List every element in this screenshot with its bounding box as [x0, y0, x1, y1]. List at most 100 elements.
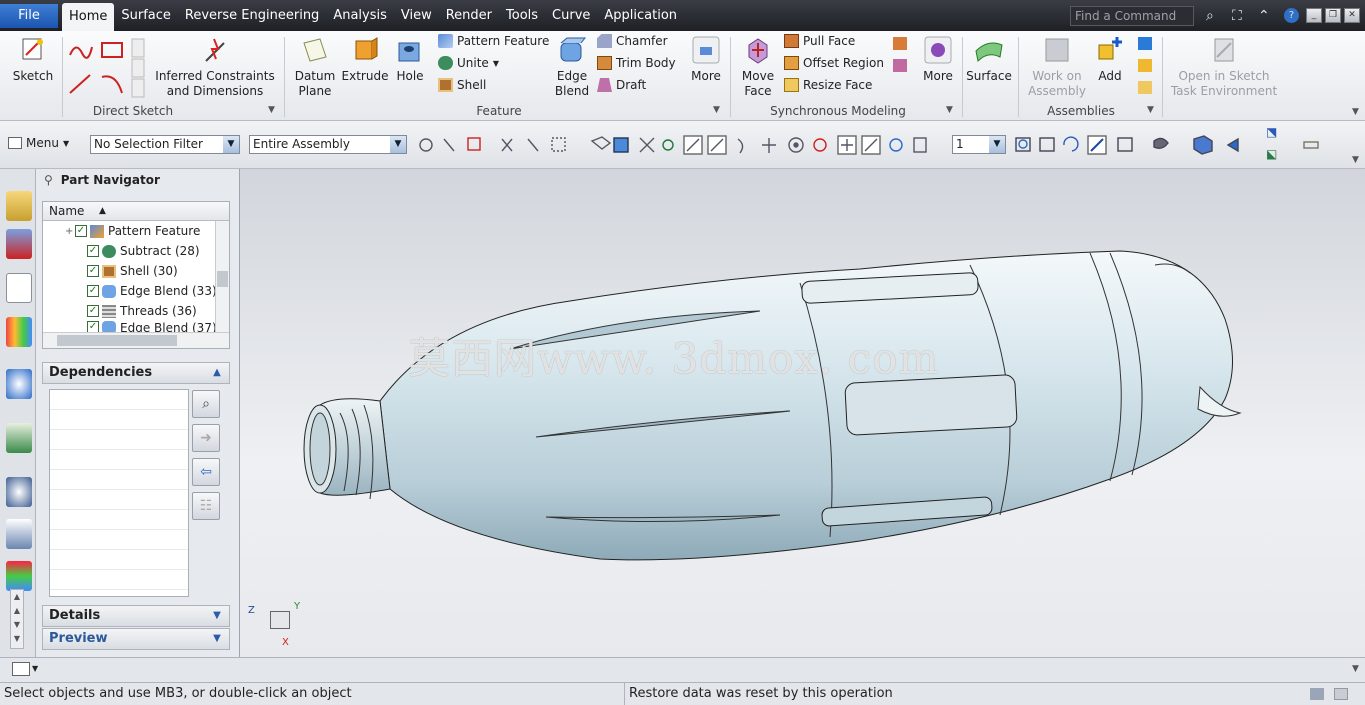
- assembly-tool-icon-2[interactable]: [1138, 59, 1152, 72]
- chevron-down-icon[interactable]: ▼: [32, 664, 38, 673]
- file-menu[interactable]: File: [0, 3, 58, 28]
- offset-region-button[interactable]: Offset Region: [784, 56, 884, 70]
- preview-section[interactable]: Preview ▼: [42, 628, 230, 650]
- pattern-feature-button[interactable]: Pattern Feature: [438, 34, 549, 48]
- tab-home[interactable]: Home: [62, 3, 115, 31]
- checkbox-icon[interactable]: ✓: [87, 285, 99, 297]
- toolbar-options-icon[interactable]: ▼: [1352, 155, 1359, 165]
- constraint-navigator-tab[interactable]: [6, 229, 32, 259]
- unite-button[interactable]: Unite ▼: [438, 56, 499, 70]
- snap-tools-icons[interactable]: [416, 133, 936, 157]
- sync-tool-icon-1[interactable]: [893, 37, 907, 50]
- tab-analysis[interactable]: Analysis: [326, 0, 394, 31]
- shell-button[interactable]: Shell: [438, 78, 486, 92]
- trim-body-button[interactable]: Trim Body: [597, 56, 676, 70]
- tree-vertical-scrollbar[interactable]: [215, 221, 229, 333]
- tree-row[interactable]: ✓ Shell (30): [43, 261, 229, 281]
- view-triad[interactable]: Z Y X: [248, 599, 308, 651]
- pin-icon[interactable]: ⚲: [44, 173, 53, 187]
- assembly-tool-icon-3[interactable]: [1138, 81, 1152, 94]
- more-sync-button[interactable]: More: [918, 35, 958, 84]
- tree-row[interactable]: ✓ Subtract (28): [43, 241, 229, 261]
- reuse-library-tab[interactable]: [6, 317, 32, 347]
- status-icon-1[interactable]: [1310, 688, 1324, 700]
- orient-view-icon[interactable]: ⬔: [1266, 125, 1277, 139]
- edge-blend-button[interactable]: Edge Blend: [552, 35, 592, 99]
- fit-screen-icon[interactable]: ⛶: [1232, 8, 1242, 24]
- assembly-navigator-tab[interactable]: [6, 191, 32, 221]
- resize-face-button[interactable]: Resize Face: [784, 78, 872, 92]
- tab-surface[interactable]: Surface: [114, 0, 178, 31]
- tab-curve[interactable]: Curve: [545, 0, 597, 31]
- tab-reverse-engineering[interactable]: Reverse Engineering: [178, 0, 326, 31]
- checkbox-icon[interactable]: ✓: [87, 245, 99, 257]
- system-materials-tab[interactable]: [6, 519, 32, 549]
- scope-select[interactable]: Entire Assembly ▼: [249, 135, 407, 154]
- extrude-button[interactable]: Extrude: [340, 35, 390, 84]
- assemblies-dropdown-icon[interactable]: ▼: [1147, 105, 1154, 115]
- assembly-tool-icon-1[interactable]: [1138, 37, 1152, 50]
- tab-application[interactable]: Application: [597, 0, 684, 31]
- help-icon[interactable]: ?: [1284, 8, 1299, 23]
- open-in-sketch-button[interactable]: Open in Sketch Task Environment: [1168, 35, 1280, 99]
- command-search-input[interactable]: Find a Command: [1070, 6, 1194, 26]
- expand-icon[interactable]: +: [47, 226, 73, 237]
- graphics-window[interactable]: 莫西网www. 3dmox. com Z Y X: [240, 169, 1365, 657]
- part-navigator-tab[interactable]: [6, 273, 32, 303]
- selection-filter-select[interactable]: No Selection Filter ▼: [90, 135, 240, 154]
- hole-button[interactable]: Hole: [390, 35, 430, 84]
- history-tab[interactable]: [6, 477, 32, 507]
- selection-options-icon[interactable]: [12, 662, 30, 676]
- surface-button[interactable]: Surface: [966, 35, 1012, 84]
- checkbox-icon[interactable]: ✓: [75, 225, 87, 237]
- details-section[interactable]: Details ▼: [42, 605, 230, 627]
- move-face-label-2: Face: [744, 84, 772, 98]
- tree-row[interactable]: + ✓ Pattern Feature: [43, 221, 229, 241]
- bottle-model[interactable]: [240, 169, 1365, 657]
- inferred-constraints-button[interactable]: Inferred Constraints and Dimensions: [150, 35, 280, 99]
- back-button[interactable]: ⇦: [192, 458, 220, 486]
- minimize-button[interactable]: _: [1306, 8, 1322, 23]
- tab-render[interactable]: Render: [439, 0, 499, 31]
- web-browser-tab[interactable]: [6, 423, 32, 453]
- sketch-button[interactable]: Sketch: [6, 35, 60, 84]
- draft-button[interactable]: Draft: [597, 78, 646, 92]
- close-button[interactable]: ✕: [1344, 8, 1360, 23]
- tree-horizontal-scrollbar[interactable]: [43, 332, 229, 348]
- hd3d-tools-tab[interactable]: [6, 369, 32, 399]
- tab-tools[interactable]: Tools: [499, 0, 545, 31]
- ribbon-options-icon[interactable]: ▼: [1352, 107, 1359, 117]
- tree-row[interactable]: ✓ Threads (36): [43, 301, 229, 321]
- search-icon[interactable]: ⌕: [1206, 8, 1214, 24]
- datum-plane-button[interactable]: Datum Plane: [290, 35, 340, 99]
- dependency-tree-button[interactable]: ☷: [192, 492, 220, 520]
- tree-row[interactable]: ✓ Edge Blend (33): [43, 281, 229, 301]
- chamfer-button[interactable]: Chamfer: [597, 34, 668, 48]
- more-feature-button[interactable]: More: [686, 35, 726, 84]
- forward-button[interactable]: ➜: [192, 424, 220, 452]
- restore-button[interactable]: ❐: [1325, 8, 1341, 23]
- system-scenes-tab[interactable]: [6, 561, 32, 591]
- resource-scroll-buttons[interactable]: ▲ ▲ ▼ ▼: [10, 589, 24, 649]
- magnify-button[interactable]: ⌕: [192, 390, 220, 418]
- menu-button[interactable]: Menu ▼: [8, 136, 69, 150]
- view-triad-icon[interactable]: ⬕: [1266, 147, 1277, 161]
- dependencies-section[interactable]: Dependencies ▲: [42, 362, 230, 384]
- pull-face-button[interactable]: Pull Face: [784, 34, 855, 48]
- checkbox-icon[interactable]: ✓: [87, 265, 99, 277]
- checkbox-icon[interactable]: ✓: [87, 305, 99, 317]
- cue-options-icon[interactable]: ▼: [1352, 664, 1359, 674]
- feature-dropdown-icon[interactable]: ▼: [713, 105, 720, 115]
- tab-view[interactable]: View: [394, 0, 439, 31]
- direct-sketch-tools-icon[interactable]: [66, 37, 150, 101]
- move-face-button[interactable]: Move Face: [736, 35, 780, 99]
- status-icon-2[interactable]: [1334, 688, 1348, 700]
- work-layer-select[interactable]: 1 ▼: [952, 135, 1006, 154]
- work-on-assembly-button[interactable]: Work on Assembly: [1024, 35, 1090, 99]
- name-column-header[interactable]: Name ▲: [43, 202, 229, 221]
- sync-dropdown-icon[interactable]: ▼: [946, 105, 953, 115]
- sync-tool-icon-2[interactable]: [893, 59, 907, 72]
- collapse-ribbon-icon[interactable]: ⌃: [1258, 8, 1270, 24]
- direct-sketch-dropdown-icon[interactable]: ▼: [268, 105, 275, 115]
- add-component-button[interactable]: Add: [1092, 35, 1128, 84]
